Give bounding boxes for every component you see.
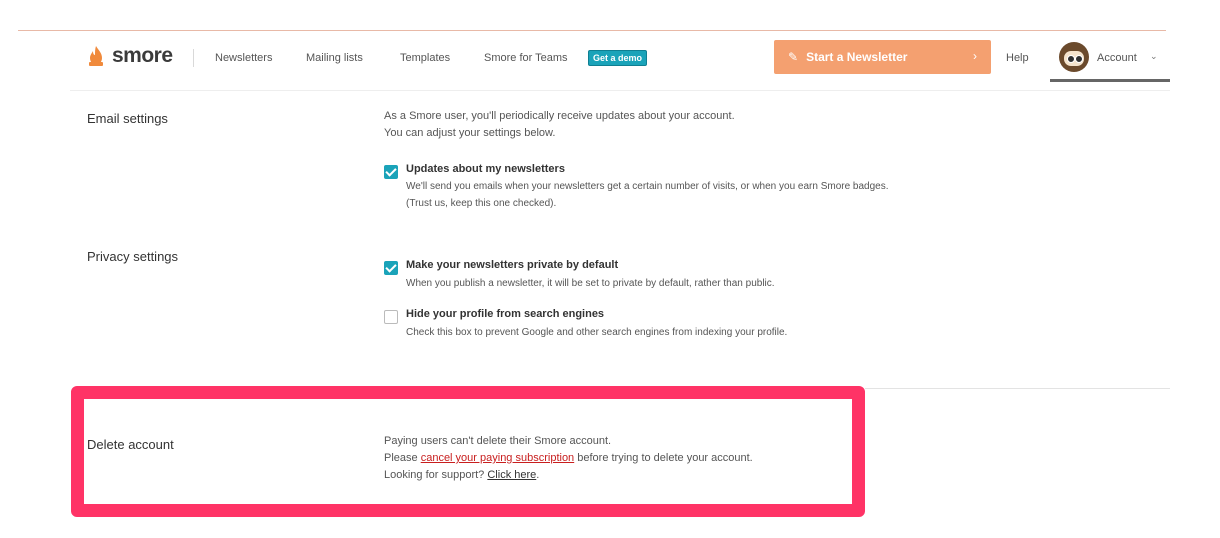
hide-profile-checkbox[interactable] [384,310,398,324]
chevron-right-icon: › [973,49,977,63]
updates-newsletters-checkbox[interactable] [384,165,398,179]
top-divider [18,30,1166,31]
delete-line-2: Please cancel your paying subscription b… [384,450,753,467]
account-active-underline [1050,79,1170,82]
get-a-demo-badge[interactable]: Get a demo [588,50,648,66]
hide-profile-label[interactable]: Hide your profile from search engines [406,308,604,320]
nav-separator [193,49,194,67]
smore-flame-icon [89,46,103,66]
top-navigation: smore Newsletters Mailing lists Template… [0,40,1220,82]
updates-desc-line-2: (Trust us, keep this one checked). [406,198,557,209]
updates-newsletters-desc: We'll send you emails when your newslett… [406,178,889,212]
email-settings-title: Email settings [87,111,168,126]
chevron-down-icon[interactable]: ⌄ [1150,51,1158,62]
nav-smore-for-teams[interactable]: Smore for Teams [484,52,568,64]
delete-line-3-post: . [536,469,540,481]
pencil-icon: ✎ [788,50,799,64]
start-newsletter-button[interactable]: ✎ Start a Newsletter › [774,40,991,74]
logo-text: smore [112,44,173,67]
delete-line-1: Paying users can't delete their Smore ac… [384,435,612,447]
nav-mailing-lists[interactable]: Mailing lists [306,52,363,64]
delete-line-2-pre: Please [384,452,421,464]
delete-account-title: Delete account [87,437,174,452]
email-settings-intro: As a Smore user, you'll periodically rec… [384,108,735,142]
account-menu[interactable]: Account [1097,52,1137,64]
hide-profile-desc: Check this box to prevent Google and oth… [406,327,788,338]
start-newsletter-label: Start a Newsletter [806,50,908,64]
nav-bottom-border [70,90,1170,91]
email-intro-line-2: You can adjust your settings below. [384,127,556,139]
updates-desc-line-1: We'll send you emails when your newslett… [406,181,889,192]
delete-line-2-post: before trying to delete your account. [574,452,753,464]
nav-help[interactable]: Help [1006,52,1029,64]
private-by-default-label[interactable]: Make your newsletters private by default [406,259,618,271]
nav-newsletters[interactable]: Newsletters [215,52,272,64]
privacy-settings-title: Privacy settings [87,249,179,264]
delete-line-3-pre: Looking for support? [384,469,488,481]
smore-logo[interactable]: smore [86,44,173,68]
cancel-subscription-link[interactable]: cancel your paying subscription [421,452,574,464]
delete-line-3: Looking for support? Click here. [384,467,753,484]
delete-account-text: Paying users can't delete their Smore ac… [384,433,753,484]
avatar-eye-left [1067,55,1075,63]
support-link[interactable]: Click here [487,469,536,481]
updates-newsletters-label[interactable]: Updates about my newsletters [406,163,565,175]
avatar[interactable] [1059,42,1089,72]
nav-templates[interactable]: Templates [400,52,450,64]
avatar-eye-right [1075,55,1083,63]
section-divider [865,388,1170,389]
private-by-default-desc: When you publish a newsletter, it will b… [406,278,775,289]
private-by-default-checkbox[interactable] [384,261,398,275]
email-intro-line-1: As a Smore user, you'll periodically rec… [384,110,735,122]
